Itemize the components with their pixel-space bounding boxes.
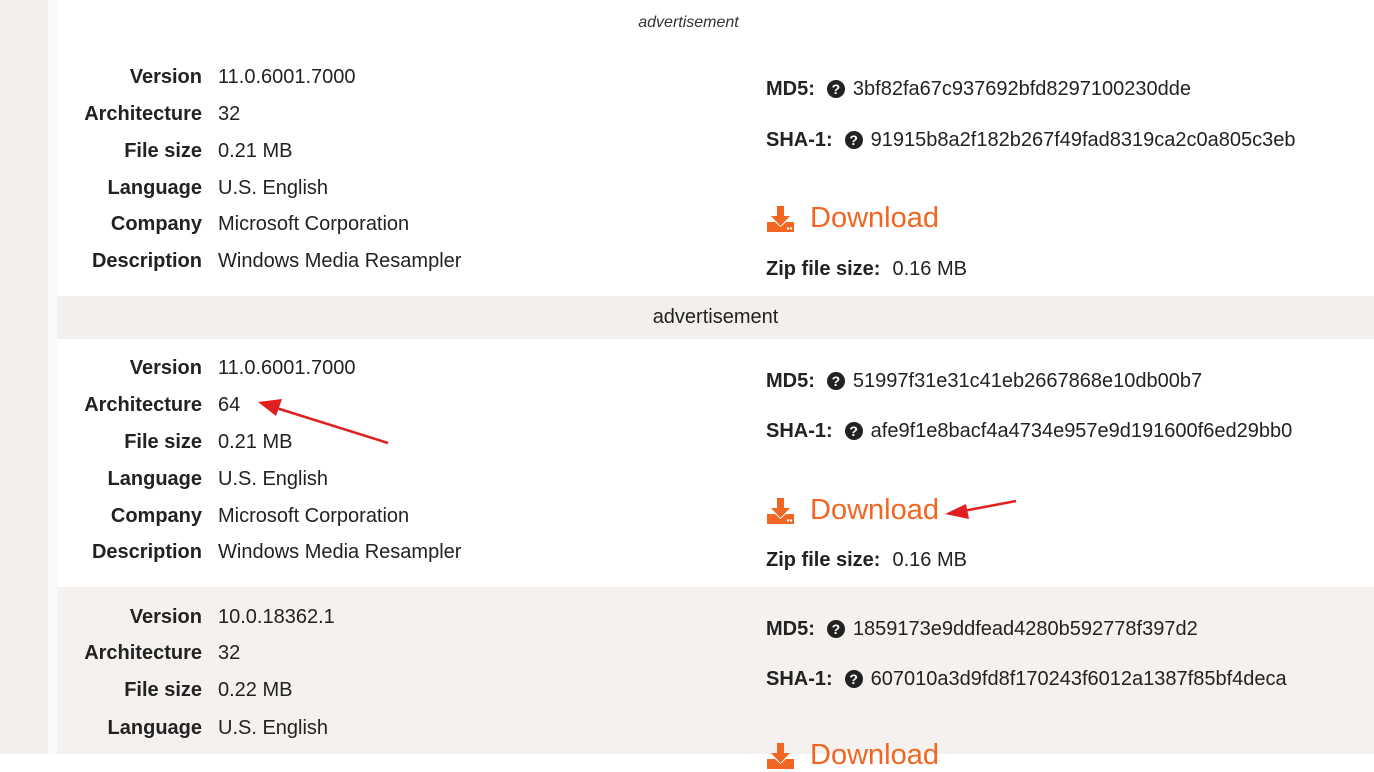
- zip-size-row: Zip file size: 0.16 MB: [766, 549, 967, 572]
- zip-size-value: 0.16 MB: [892, 258, 967, 280]
- sha1-label: SHA-1:: [766, 668, 833, 690]
- prop-version: Version 11.0.6001.7000: [57, 357, 657, 387]
- prop-company: Company Microsoft Corporation: [57, 213, 657, 243]
- architecture-label: Architecture: [84, 103, 202, 125]
- language-label: Language: [107, 468, 202, 490]
- prop-architecture: Architecture 32: [57, 642, 657, 672]
- md5-label: MD5:: [766, 370, 815, 392]
- language-label: Language: [107, 177, 202, 199]
- sha1-label: SHA-1:: [766, 420, 833, 442]
- download-label: Download: [810, 494, 939, 526]
- file-entry: Version 10.0.18362.1 Architecture 32 Fil…: [57, 587, 1374, 771]
- language-label: Language: [107, 717, 202, 739]
- file-size-label: File size: [124, 431, 202, 453]
- sha1-value: 91915b8a2f182b267f49fad8319ca2c0a805c3eb: [870, 129, 1296, 151]
- description-value: Windows Media Resampler: [218, 250, 462, 272]
- zip-size-row: Zip file size: 0.16 MB: [766, 258, 967, 281]
- download-button[interactable]: Download: [766, 739, 939, 772]
- prop-file-size: File size 0.21 MB: [57, 140, 657, 170]
- company-value: Microsoft Corporation: [218, 505, 410, 527]
- md5-row: MD5:? 51997f31e31c41eb2667868e10db00b7: [766, 370, 1202, 393]
- prop-description: Description Windows Media Resampler: [57, 541, 657, 571]
- sha1-label: SHA-1:: [766, 129, 833, 151]
- download-tray-icon: [767, 497, 794, 524]
- prop-architecture: Architecture 32: [57, 103, 657, 133]
- file-size-label: File size: [124, 679, 202, 701]
- file-entry: Version 11.0.6001.7000 Architecture 32 F…: [57, 0, 1374, 296]
- version-label: Version: [129, 357, 202, 379]
- architecture-label: Architecture: [84, 394, 202, 416]
- md5-value: 3bf82fa67c937692bfd8297100230dde: [852, 78, 1192, 100]
- file-size-value: 0.21 MB: [218, 431, 293, 453]
- description-label: Description: [91, 541, 202, 563]
- language-value: U.S. English: [218, 717, 329, 739]
- sha1-row: SHA-1:? afe9f1e8bacf4a4734e957e9d191600f6…: [766, 420, 1292, 443]
- description-value: Windows Media Resampler: [218, 541, 462, 563]
- version-value: 11.0.6001.7000: [218, 66, 356, 88]
- download-label: Download: [810, 739, 939, 771]
- sha1-value: afe9f1e8bacf4a4734e957e9d191600f6ed29bb0: [870, 420, 1293, 442]
- download-tray-icon: [767, 742, 794, 769]
- question-circle-icon[interactable]: ?: [844, 131, 863, 149]
- zip-size-value: 0.16 MB: [892, 549, 967, 571]
- prop-file-size: File size 0.22 MB: [57, 679, 657, 709]
- architecture-value: 64: [218, 394, 241, 416]
- architecture-value: 32: [218, 642, 241, 664]
- sha1-row: SHA-1:? 607010a3d9fd8f170243f6012a1387f85…: [766, 668, 1287, 691]
- md5-value: 1859173e9ddfead4280b592778f397d2: [852, 618, 1198, 640]
- prop-language: Language U.S. English: [57, 717, 657, 747]
- prop-file-size: File size 0.21 MB: [57, 431, 657, 461]
- sha1-value: 607010a3d9fd8f170243f6012a1387f85bf4deca: [870, 668, 1287, 690]
- prop-version: Version 11.0.6001.7000: [57, 66, 657, 96]
- download-button[interactable]: Download: [766, 202, 939, 235]
- version-value: 10.0.18362.1: [218, 606, 335, 628]
- question-circle-icon[interactable]: ?: [844, 670, 863, 688]
- annotation-arrow: [945, 499, 1017, 519]
- file-size-value: 0.21 MB: [218, 140, 293, 162]
- prop-language: Language U.S. English: [57, 177, 657, 207]
- question-circle-icon[interactable]: ?: [826, 620, 845, 638]
- file-size-label: File size: [124, 140, 202, 162]
- prop-architecture: Architecture 64: [57, 394, 657, 424]
- version-label: Version: [129, 66, 202, 88]
- company-label: Company: [110, 505, 202, 527]
- download-button[interactable]: Download: [766, 494, 939, 527]
- architecture-value: 32: [218, 103, 241, 125]
- prop-description: Description Windows Media Resampler: [57, 250, 657, 280]
- version-label: Version: [129, 606, 202, 628]
- prop-language: Language U.S. English: [57, 468, 657, 498]
- architecture-label: Architecture: [84, 642, 202, 664]
- language-value: U.S. English: [218, 468, 329, 490]
- sha1-row: SHA-1:? 91915b8a2f182b267f49fad8319ca2c0a…: [766, 129, 1296, 152]
- file-version-list: advertisement Version 11.0.6001.7000 Arc…: [57, 0, 1374, 771]
- company-value: Microsoft Corporation: [218, 213, 410, 235]
- company-label: Company: [110, 213, 202, 235]
- md5-label: MD5:: [766, 78, 815, 100]
- question-circle-icon[interactable]: ?: [844, 422, 863, 440]
- description-label: Description: [91, 250, 202, 272]
- md5-row: MD5:? 3bf82fa67c937692bfd8297100230dde: [766, 78, 1191, 101]
- md5-label: MD5:: [766, 618, 815, 640]
- download-label: Download: [810, 202, 939, 234]
- md5-row: MD5:? 1859173e9ddfead4280b592778f397d2: [766, 618, 1198, 641]
- question-circle-icon[interactable]: ?: [826, 372, 845, 390]
- download-tray-icon: [767, 205, 794, 232]
- language-value: U.S. English: [218, 177, 329, 199]
- md5-value: 51997f31e31c41eb2667868e10db00b7: [852, 370, 1203, 392]
- zip-size-label: Zip file size:: [766, 258, 881, 280]
- version-value: 11.0.6001.7000: [218, 357, 356, 379]
- zip-size-label: Zip file size:: [766, 549, 881, 571]
- prop-company: Company Microsoft Corporation: [57, 505, 657, 535]
- prop-version: Version 10.0.18362.1: [57, 606, 657, 636]
- file-entry: Version 11.0.6001.7000 Architecture 64 F…: [57, 339, 1374, 587]
- advertisement-bar: advertisement: [57, 296, 1374, 339]
- question-circle-icon[interactable]: ?: [826, 80, 845, 98]
- file-size-value: 0.22 MB: [218, 679, 293, 701]
